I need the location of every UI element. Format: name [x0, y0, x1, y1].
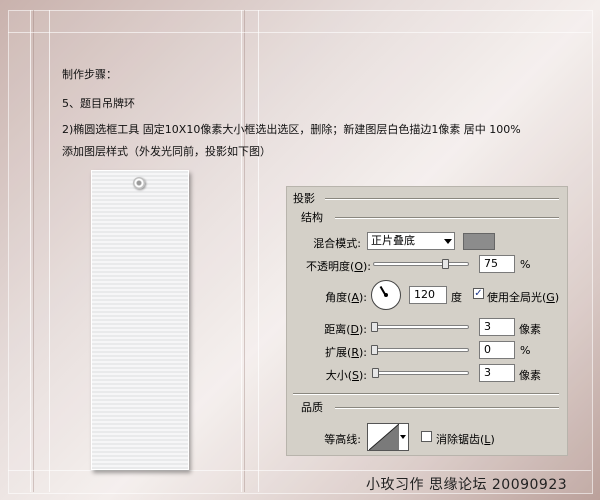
- frame-line: [33, 10, 34, 492]
- panel-title: 投影: [293, 192, 315, 205]
- structure-group-title: 结构: [301, 211, 323, 224]
- size-shortcut-key: S: [352, 369, 359, 382]
- divider: [325, 198, 559, 200]
- tutorial-step-instruction: 2)椭圆选框工具 固定10X10像素大小框选出选区，删除；新建图层白色描边1像素…: [62, 123, 521, 136]
- chevron-down-icon: [400, 435, 406, 439]
- opacity-label: 不透明度(O):: [306, 260, 371, 273]
- tutorial-step-instruction-2: 添加图层样式（外发光同前，投影如下图）: [62, 145, 271, 158]
- author-watermark: 小玫习作 思缘论坛 20090923: [366, 477, 568, 493]
- frame-line: [8, 470, 591, 471]
- global-light-checkbox[interactable]: ✓: [473, 288, 484, 299]
- frame-line: [241, 10, 242, 492]
- divider: [293, 393, 559, 395]
- blend-mode-value: 正片叠底: [371, 234, 415, 247]
- size-unit: 像素: [519, 369, 541, 382]
- angle-unit: 度: [451, 291, 462, 304]
- distance-label: 距离(D):: [324, 323, 367, 336]
- quality-group-title: 品质: [301, 401, 323, 414]
- antialias-checkbox[interactable]: [421, 431, 432, 442]
- divider: [335, 217, 559, 219]
- distance-field[interactable]: 3: [479, 318, 515, 336]
- size-slider-thumb[interactable]: [372, 368, 379, 378]
- distance-unit: 像素: [519, 323, 541, 336]
- opacity-slider-thumb[interactable]: [442, 259, 449, 269]
- size-field[interactable]: 3: [479, 364, 515, 382]
- opacity-slider[interactable]: [373, 262, 469, 266]
- frame-line: [49, 10, 50, 492]
- antialias-label: 消除锯齿(L): [436, 433, 495, 446]
- angle-label: 角度(A):: [325, 291, 367, 304]
- spread-slider[interactable]: [373, 348, 469, 352]
- global-light-shortcut-key: G: [546, 291, 555, 304]
- size-label-text: 大小: [325, 369, 348, 382]
- angle-field[interactable]: 120: [409, 286, 447, 304]
- spread-unit: %: [520, 344, 531, 357]
- opacity-shortcut-key: O: [354, 260, 363, 273]
- hang-tag-preview: [91, 170, 189, 470]
- angle-dial[interactable]: [371, 280, 401, 310]
- distance-label-text: 距离: [324, 323, 347, 336]
- antialias-shortcut-key: L: [484, 433, 491, 446]
- antialias-label-text: 消除锯齿: [436, 433, 480, 446]
- contour-picker[interactable]: [367, 423, 409, 451]
- spread-label-text: 扩展: [325, 346, 348, 359]
- distance-shortcut-key: D: [350, 323, 359, 336]
- tutorial-step-heading: 制作步骤：: [62, 68, 117, 81]
- distance-slider-thumb[interactable]: [371, 322, 378, 332]
- contour-curve-icon: [369, 424, 399, 450]
- global-light-label: 使用全局光(G): [487, 291, 560, 304]
- divider: [335, 407, 559, 409]
- spread-label: 扩展(R):: [325, 346, 367, 359]
- spread-shortcut-key: R: [351, 346, 359, 359]
- opacity-unit: %: [520, 258, 531, 271]
- frame-line: [8, 32, 591, 33]
- frame-line: [244, 10, 245, 492]
- spread-slider-thumb[interactable]: [371, 345, 378, 355]
- contour-label: 等高线:: [324, 433, 361, 446]
- angle-label-text: 角度: [325, 291, 348, 304]
- opacity-label-text: 不透明度: [306, 260, 351, 273]
- shadow-color-swatch[interactable]: [463, 233, 495, 250]
- tag-hole-ring: [133, 177, 145, 189]
- chevron-down-icon: [444, 239, 452, 244]
- distance-slider[interactable]: [373, 325, 469, 329]
- size-label: 大小(S):: [325, 369, 367, 382]
- tutorial-step-title: 5、题目吊牌环: [62, 97, 135, 110]
- spread-field[interactable]: 0: [479, 341, 515, 359]
- global-light-label-text: 使用全局光: [487, 291, 542, 304]
- blend-mode-label: 混合模式:: [313, 237, 361, 250]
- size-slider[interactable]: [373, 371, 469, 375]
- blend-mode-select[interactable]: 正片叠底: [367, 232, 455, 250]
- drop-shadow-panel: 投影 结构 混合模式: 正片叠底 不透明度(O): 75 % 角度(A): 12…: [286, 186, 568, 456]
- frame-line: [258, 10, 259, 492]
- angle-shortcut-key: A: [351, 291, 359, 304]
- angle-dial-center: [384, 293, 388, 297]
- frame-line: [30, 10, 31, 492]
- opacity-field[interactable]: 75: [479, 255, 515, 273]
